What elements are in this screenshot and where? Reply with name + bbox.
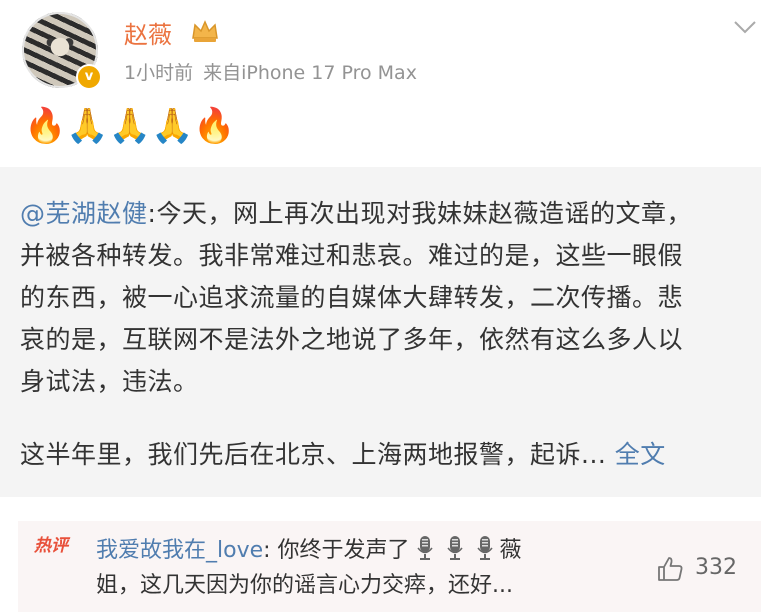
retweet-line-6: 这半年里，我们先后在北京、上海两地报警，起诉... 全文	[20, 439, 666, 471]
hot-comment[interactable]: 热评 我爱故我在_love: 你终于发声了 薇 姐，这几天因为你的谣言心力交瘁，还…	[18, 521, 761, 612]
verified-badge-icon: v	[76, 64, 102, 90]
commenter-name[interactable]: 我爱故我在_love	[96, 538, 263, 563]
retweet-line-1-text: :今天，网上再次出现对我妹妹赵薇造谣的文章，	[147, 199, 692, 228]
comment-line-2: 姐，这几天因为你的谣言心力交瘁，还好...	[96, 573, 513, 598]
post-meta: 1小时前 来自iPhone 17 Pro Max	[124, 58, 417, 85]
like-count: 332	[695, 555, 737, 580]
retweet-line-6-text: 这半年里，我们先后在北京、上海两地报警，起诉...	[20, 440, 607, 469]
comment-line-1: 我爱故我在_love: 你终于发声了 薇	[96, 535, 522, 566]
microphone-icon	[416, 536, 433, 560]
full-text-link[interactable]: 全文	[615, 440, 666, 469]
retweet-line-1: @芜湖赵健:今天，网上再次出现对我妹妹赵薇造谣的文章，	[20, 198, 692, 230]
retweet-line-2: 并被各种转发。我非常难过和悲哀。难过的是，这些一眼假	[20, 241, 684, 270]
comment-line-1-end: 薇	[499, 538, 522, 563]
chevron-down-icon[interactable]	[732, 18, 758, 36]
post-time: 1小时前	[124, 62, 194, 84]
author-name[interactable]: 赵薇	[124, 15, 172, 50]
retweet-box[interactable]: @芜湖赵健:今天，网上再次出现对我妹妹赵薇造谣的文章， 并被各种转发。我非常难过…	[0, 167, 761, 497]
like-icon[interactable]	[656, 555, 684, 583]
retweet-line-4: 哀的是，互联网不是法外之地说了多年，依然有这么多人以	[20, 325, 684, 354]
retweet-line-3: 的东西，被一心追求流量的自媒体大肆转发，二次传播。悲	[20, 283, 684, 312]
microphone-icon	[446, 536, 463, 560]
post-source: 来自iPhone 17 Pro Max	[203, 62, 417, 84]
post-text: 🔥🙏🙏🙏🔥	[24, 106, 236, 146]
comment-line-1-text: : 你终于发声了	[263, 538, 410, 563]
mention-link[interactable]: @芜湖赵健	[20, 199, 148, 228]
crown-icon	[192, 20, 218, 42]
microphone-icon	[476, 536, 493, 560]
retweet-line-5: 身试法，违法。	[20, 367, 199, 396]
hot-comment-badge: 热评	[34, 536, 68, 556]
